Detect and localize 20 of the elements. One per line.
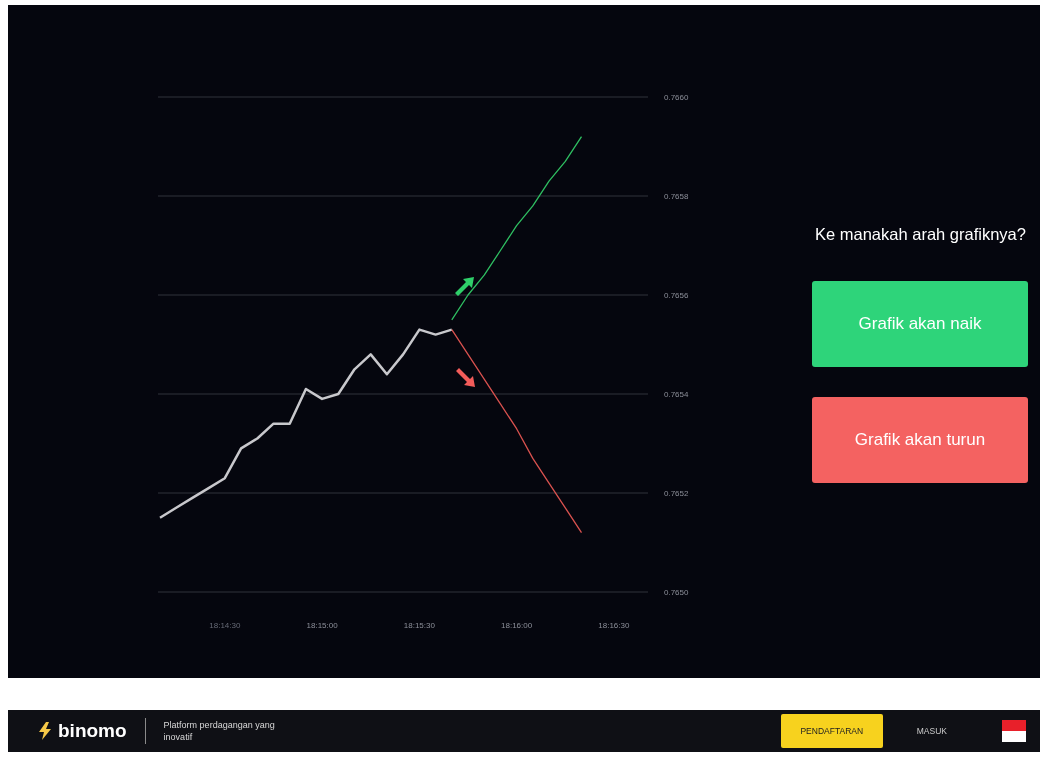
login-link[interactable]: MASUK [916, 726, 947, 736]
price-label: 0.7658 [664, 192, 689, 201]
flag-icon[interactable] [1002, 720, 1026, 742]
price-label: 0.7650 [664, 588, 689, 597]
time-label: 18:16:30 [598, 621, 630, 630]
time-label: 18:14:30 [209, 621, 241, 630]
register-button[interactable]: PENDAFTARAN [780, 714, 883, 748]
price-label: 0.7654 [664, 390, 689, 399]
logo-text: binomo [58, 720, 127, 742]
question-text: Ke manakah arah grafiknya? [815, 225, 1027, 245]
tagline-text: Platform perdagangan yang inovatif [163, 719, 276, 743]
time-label: 18:15:00 [306, 621, 338, 630]
time-label: 18:16:00 [501, 621, 533, 630]
price-label: 0.7660 [664, 93, 689, 102]
down-arrow-icon [456, 368, 475, 387]
bolt-icon [38, 722, 52, 740]
up-arrow-icon [455, 277, 474, 296]
time-label: 18:15:30 [403, 621, 435, 630]
price-label: 0.7652 [664, 489, 689, 498]
price-label: 0.7656 [664, 291, 689, 300]
